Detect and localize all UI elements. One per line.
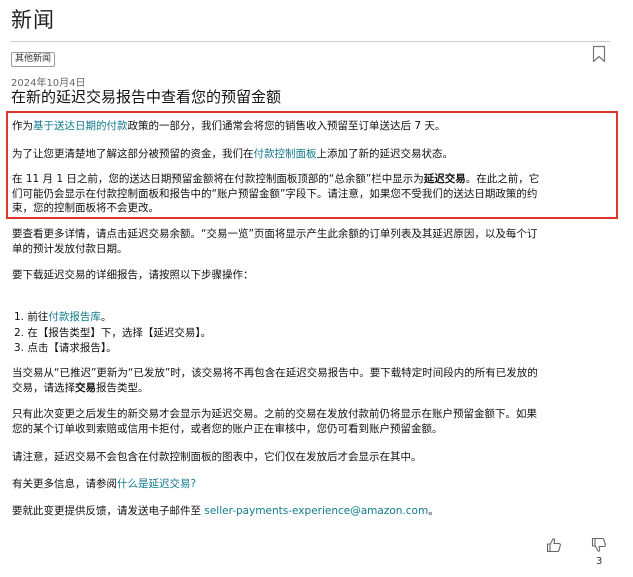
what-is-deferred-link[interactable]: 什么是延迟交易? [117, 478, 196, 490]
text: 。 [428, 505, 439, 517]
list-item: 2. 在【报告类型】下，选择【延迟交易】。 [14, 326, 212, 339]
text: 。 [100, 311, 112, 323]
paragraph-chart-note: 请注意，延迟交易不会包含在付款控制面板的图表中，它们仅在发放后才会显示在其中。 [12, 451, 422, 463]
text: 交易，请选择 [12, 381, 75, 394]
thumbs-down-icon[interactable] [591, 537, 607, 553]
text: 有关更多信息，请参阅 [12, 478, 117, 490]
list-item: 3. 点击【请求报告】。 [14, 342, 117, 354]
paragraph-new-transactions: 只有此次变更之后发生的新交易才会显示为延迟交易。之前的交易在发放付款前仍将显示在… [12, 407, 612, 436]
title-divider [10, 41, 610, 42]
paragraph-released: 当交易从“已推迟”更新为“已发放”时，该交易将不再包含在延迟交易报告中。要下载特… [12, 366, 612, 395]
text: 政策的一部分，我们通常会将您的销售收入预留至订单送达后 7 天。 [127, 120, 446, 132]
text: 上添加了新的延迟交易状态。 [316, 148, 454, 160]
text-bold: 延迟交易 [423, 173, 466, 185]
category-tag[interactable]: 其他新闻 [11, 52, 56, 67]
paragraph-more-info: 有关更多信息，请参阅什么是延迟交易? [12, 477, 612, 492]
paragraph-details: 要查看更多详情，请点击延迟交易余额。“交易一览”页面将显示产生此余额的订单列表及… [12, 227, 612, 256]
paragraph-policy: 作为基于送达日期的付款政策的一部分，我们通常会将您的销售收入预留至订单送达后 7… [12, 119, 612, 134]
text: 在 11 月 1 日之前，您的送达日期预留金额将在付款控制面板顶部的“总余额”栏… [12, 173, 424, 185]
dislike-count: 3 [596, 556, 603, 567]
text: 为了让您更清楚地了解这部分被预留的资金，我们在 [12, 148, 254, 160]
text: 当交易从“已推迟”更新为“已发放”时，该交易将不再包含在延迟交易报告中。要下载特… [12, 367, 538, 379]
page-title: 新闻 [11, 8, 55, 32]
paragraph-dashboard: 为了让您更清楚地了解这部分被预留的资金，我们在付款控制面板上添加了新的延迟交易状… [12, 147, 612, 162]
paragraph-feedback: 要就此变更提供反馈，请发送电子邮件至 seller-payments-exper… [12, 504, 612, 519]
payments-dashboard-link[interactable]: 付款控制面板 [254, 148, 317, 160]
steps-list: 1. 前往付款报告库。 2. 在【报告类型】下，选择【延迟交易】。 3. 点击【… [14, 310, 211, 357]
text: 们可能仍会显示在付款控制面板和报告中的“账户预留金额”字段下。请注意，如果您不受… [12, 187, 538, 200]
delivery-date-payment-link[interactable]: 基于送达日期的付款 [33, 120, 128, 132]
paragraph-download: 要下载延迟交易的详细报告，请按照以下步骤操作： [12, 269, 254, 281]
bookmark-icon[interactable] [592, 45, 606, 63]
text: 单的预计发放付款日期。 [12, 242, 128, 255]
list-item: 1. 前往付款报告库。 [14, 310, 211, 326]
text: 。在此之前，它 [465, 173, 540, 185]
thumbs-up-icon[interactable] [546, 537, 562, 553]
text: 报告类型。 [96, 381, 149, 394]
text: 1. 前往 [14, 311, 49, 323]
text: 您的某个订单收到索赔或信用卡拒付，或者您的账户正在审核中，您仍可看到账户预留金额… [12, 422, 443, 435]
text: 束，您的控制面板将不会更改。 [12, 202, 159, 214]
text: 要查看更多详情，请点击延迟交易余额。“交易一览”页面将显示产生此余额的订单列表及… [12, 228, 538, 240]
payment-reports-library-link[interactable]: 付款报告库 [48, 311, 101, 323]
feedback-email-link[interactable]: seller-payments-experience@amazon.com [204, 505, 428, 517]
text: 作为 [12, 120, 33, 132]
text: 只有此次变更之后发生的新交易才会显示为延迟交易。之前的交易在发放付款前仍将显示在… [12, 408, 537, 420]
paragraph-nov1: 在 11 月 1 日之前，您的送达日期预留金额将在付款控制面板顶部的“总余额”栏… [12, 172, 612, 216]
text-bold: 交易 [75, 381, 96, 394]
text: 要就此变更提供反馈，请发送电子邮件至 [12, 505, 205, 517]
article-title: 在新的延迟交易报告中查看您的预留金额 [11, 88, 282, 106]
